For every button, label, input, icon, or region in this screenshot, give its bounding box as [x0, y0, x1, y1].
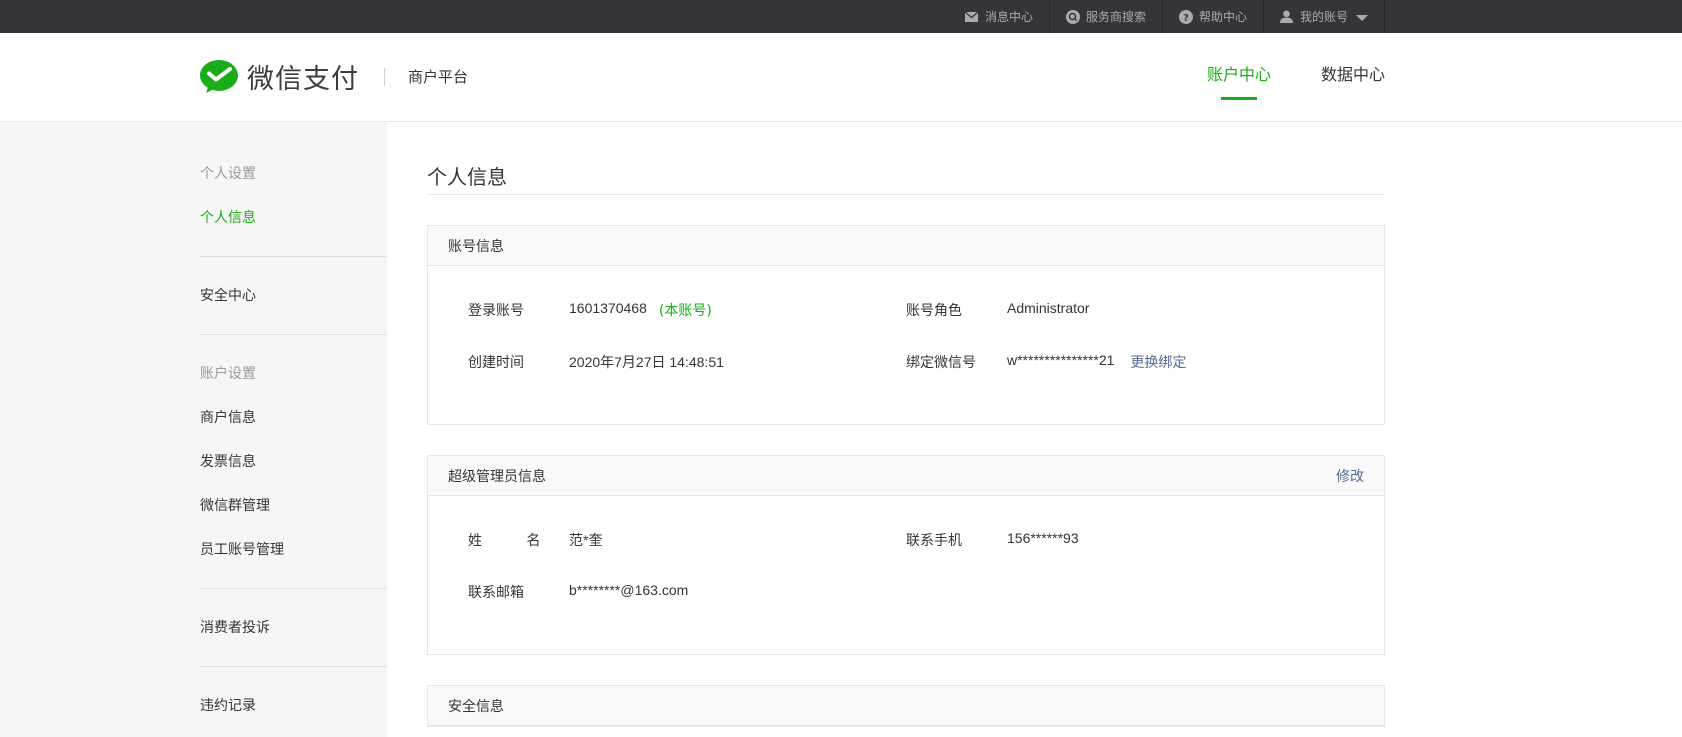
- wechat-pay-logo-icon: [200, 59, 238, 93]
- help-icon: ?: [1178, 9, 1193, 24]
- chevron-down-icon: [1356, 14, 1368, 21]
- super-admin-panel-header: 超级管理员信息 修改: [428, 456, 1384, 496]
- sidebar-item-merchant-info[interactable]: 商户信息: [200, 396, 387, 440]
- sidebar-item-personal-info[interactable]: 个人信息: [200, 196, 387, 240]
- admin-name-label: 姓 名: [468, 533, 561, 549]
- page-title-bar: 个人信息: [427, 122, 1385, 195]
- provider-search-link[interactable]: 服务商搜索: [1048, 0, 1162, 33]
- top-bar: 消息中心 服务商搜索 ? 帮助中心 我的账号: [0, 0, 1682, 33]
- login-account-value: 1601370468: [569, 300, 647, 316]
- login-account-label: 登录账号: [468, 303, 524, 319]
- super-admin-panel: 超级管理员信息 修改 姓 名 范*奎 联系手机 156******93 联系邮箱…: [427, 455, 1385, 655]
- message-center-link[interactable]: 消息中心: [949, 0, 1049, 33]
- edit-admin-link[interactable]: 修改: [1336, 466, 1364, 486]
- sidebar-group-personal-settings: 个人设置: [200, 166, 256, 182]
- sidebar-divider: [200, 588, 387, 589]
- user-icon: [1280, 10, 1294, 24]
- sidebar: 个人设置 个人信息 安全中心 账户设置 商户信息 发票信息 微信群管理 员工账号…: [0, 122, 387, 737]
- nav-data-center[interactable]: 数据中心: [1321, 33, 1385, 122]
- sidebar-item-wechat-group[interactable]: 微信群管理: [200, 484, 387, 528]
- admin-name-value: 范*奎: [569, 532, 603, 548]
- bound-wechat-value: w***************21: [1007, 352, 1115, 368]
- admin-email-value: b********@163.com: [569, 582, 689, 598]
- sidebar-item-consumer-complaints[interactable]: 消费者投诉: [200, 606, 387, 650]
- sidebar-item-violation-records[interactable]: 违约记录: [200, 684, 387, 728]
- admin-phone-label: 联系手机: [906, 533, 962, 549]
- bound-wechat-label: 绑定微信号: [906, 355, 976, 371]
- main-content: 个人信息 账号信息 登录账号 1601370468 (本账号) 账号角色 Adm…: [427, 122, 1385, 737]
- sidebar-divider: [200, 334, 387, 335]
- created-time-value: 2020年7月27日 14:48:51: [569, 354, 724, 370]
- my-account-menu[interactable]: 我的账号: [1262, 0, 1385, 33]
- admin-email-label: 联系邮箱: [468, 585, 524, 601]
- rebind-wechat-link[interactable]: 更换绑定: [1130, 352, 1186, 372]
- sidebar-item-security-center[interactable]: 安全中心: [200, 274, 387, 318]
- sidebar-divider: [200, 666, 387, 667]
- help-center-link[interactable]: ? 帮助中心: [1161, 0, 1263, 33]
- my-account-label: 我的账号: [1299, 10, 1348, 24]
- super-admin-panel-body: 姓 名 范*奎 联系手机 156******93 联系邮箱 b********@…: [428, 496, 1384, 654]
- super-admin-title: 超级管理员信息: [448, 468, 546, 485]
- page-title: 个人信息: [427, 165, 507, 189]
- sidebar-item-invoice-info[interactable]: 发票信息: [200, 440, 387, 484]
- logo-divider: [384, 67, 385, 86]
- header: 微信支付 商户平台 账户中心 数据中心: [0, 33, 1682, 122]
- account-info-panel-header: 账号信息: [428, 226, 1384, 266]
- nav-account-center[interactable]: 账户中心: [1207, 33, 1271, 122]
- message-center-label: 消息中心: [984, 10, 1033, 24]
- security-info-panel-header: 安全信息: [428, 686, 1384, 726]
- security-info-title: 安全信息: [448, 698, 504, 715]
- svg-text:?: ?: [1183, 12, 1189, 23]
- account-role-value: Administrator: [1007, 300, 1090, 316]
- sidebar-group-account-settings: 账户设置: [200, 366, 256, 382]
- mail-icon: [965, 10, 979, 24]
- provider-search-label: 服务商搜索: [1085, 10, 1146, 24]
- admin-phone-value: 156******93: [1007, 530, 1079, 546]
- account-info-panel-body: 登录账号 1601370468 (本账号) 账号角色 Administrator…: [428, 266, 1384, 424]
- platform-name: 商户平台: [408, 68, 469, 86]
- brand-name: 微信支付: [247, 64, 359, 95]
- search-icon: [1065, 9, 1080, 24]
- current-account-badge: (本账号): [658, 303, 712, 319]
- account-role-label: 账号角色: [906, 303, 962, 319]
- wechat-pay-logo[interactable]: 微信支付 商户平台: [199, 57, 468, 96]
- created-time-label: 创建时间: [468, 355, 524, 371]
- sidebar-item-staff-accounts[interactable]: 员工账号管理: [200, 528, 387, 572]
- security-info-panel: 安全信息: [427, 685, 1385, 727]
- sidebar-divider: [200, 256, 387, 257]
- help-center-label: 帮助中心: [1198, 10, 1247, 24]
- account-info-panel: 账号信息 登录账号 1601370468 (本账号) 账号角色 Administ…: [427, 225, 1385, 425]
- account-info-title: 账号信息: [448, 238, 504, 255]
- main-nav: 账户中心 数据中心: [1157, 33, 1385, 122]
